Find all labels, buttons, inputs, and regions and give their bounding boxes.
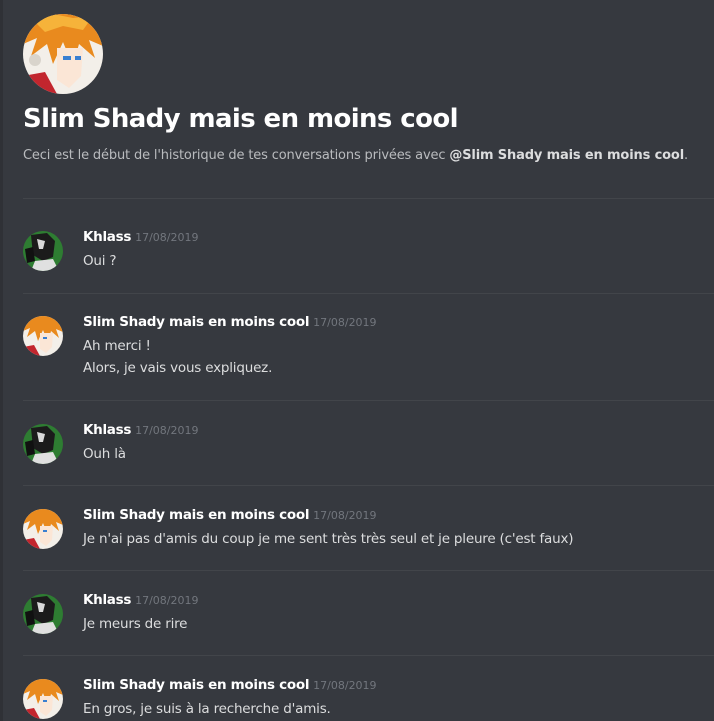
slim-shady-avatar-icon[interactable] — [23, 679, 63, 719]
message-text: Je meurs de rire — [83, 616, 188, 632]
author-name[interactable]: Khlass — [83, 422, 131, 438]
slim-shady-avatar-icon[interactable] — [23, 509, 63, 549]
subtitle-suffix: . — [684, 148, 688, 163]
khlass-avatar-icon[interactable] — [23, 594, 63, 634]
author-name[interactable]: Slim Shady mais en moins cool — [83, 677, 309, 693]
message-text: Ah merci ! — [83, 338, 151, 354]
message-divider — [23, 570, 714, 571]
page-title: Slim Shady mais en moins cool — [23, 104, 459, 134]
message-timestamp: 17/08/2019 — [313, 316, 377, 329]
message-author[interactable]: Slim Shady mais en moins cool 17/08/2019 — [83, 677, 377, 693]
message-timestamp: 17/08/2019 — [135, 424, 199, 437]
message-divider — [23, 400, 714, 401]
author-name[interactable]: Khlass — [83, 229, 131, 245]
message-author[interactable]: Khlass 17/08/2019 — [83, 422, 199, 438]
user-mention[interactable]: @Slim Shady mais en moins cool — [449, 148, 684, 163]
message-timestamp: 17/08/2019 — [313, 509, 377, 522]
message-timestamp: 17/08/2019 — [135, 231, 199, 244]
message-timestamp: 17/08/2019 — [313, 679, 377, 692]
author-name[interactable]: Slim Shady mais en moins cool — [83, 507, 309, 523]
author-name[interactable]: Khlass — [83, 592, 131, 608]
message-text: Oui ? — [83, 253, 117, 269]
message-text: En gros, je suis à la recherche d'amis. — [83, 701, 331, 717]
dm-header: Slim Shady mais en moins cool Ceci est l… — [23, 14, 703, 163]
author-name[interactable]: Slim Shady mais en moins cool — [83, 314, 309, 330]
message-divider — [23, 655, 714, 656]
message-author[interactable]: Slim Shady mais en moins cool 17/08/2019 — [83, 507, 377, 523]
subtitle-prefix: Ceci est le début de l'historique de tes… — [23, 148, 450, 163]
message-text: Alors, je vais vous expliquez. — [83, 360, 273, 376]
message-author[interactable]: Khlass 17/08/2019 — [83, 592, 199, 608]
header-divider — [23, 198, 714, 199]
conversation-start-text: Ceci est le début de l'historique de tes… — [23, 148, 688, 163]
message-text: Je n'ai pas d'amis du coup je me sent tr… — [83, 531, 574, 547]
left-edge-strip — [0, 0, 3, 721]
slim-shady-avatar-icon[interactable] — [23, 316, 63, 356]
khlass-avatar-icon[interactable] — [23, 231, 63, 271]
message-divider — [23, 293, 714, 294]
message-author[interactable]: Khlass 17/08/2019 — [83, 229, 199, 245]
message-author[interactable]: Slim Shady mais en moins cool 17/08/2019 — [83, 314, 377, 330]
message-text: Ouh là — [83, 446, 126, 462]
message-timestamp: 17/08/2019 — [135, 594, 199, 607]
anime-avatar-icon[interactable] — [23, 14, 103, 94]
message-divider — [23, 485, 714, 486]
khlass-avatar-icon[interactable] — [23, 424, 63, 464]
